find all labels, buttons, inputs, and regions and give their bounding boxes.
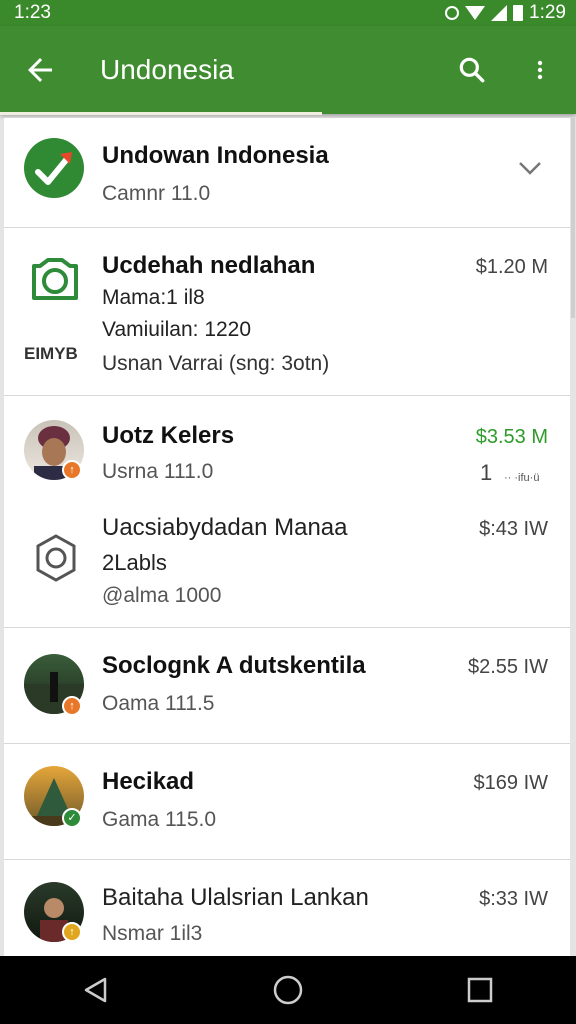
status-icons: 1:29: [445, 2, 566, 24]
item-line: Usnan Varrai (sng: 3otn): [102, 352, 330, 375]
list-item[interactable]: Undowan Indonesia Camnr 11.0: [4, 118, 570, 228]
item-count: 1: [480, 460, 493, 485]
list-item[interactable]: ↑ Baitaha Ulalsrian Lankan Nsmar 1il3 $:…: [4, 860, 570, 956]
nav-recents-button[interactable]: [458, 968, 502, 1012]
tab-indicator: [0, 112, 322, 115]
list-item[interactable]: ✓ Hecikad Gama 115.0 $169 IW: [4, 744, 570, 860]
chevron-down-icon[interactable]: [516, 158, 544, 178]
item-price: $1.20 M: [475, 256, 548, 278]
item-price: $:33 IW: [479, 888, 548, 910]
status-badge: ↑: [62, 922, 82, 942]
list-item[interactable]: ↑ Uotz Kelers Usrna 111.0 $3.53 M 1 ·· ·…: [4, 396, 570, 628]
status-badge: ✓: [62, 808, 82, 828]
item-subtitle: Gama 115.0: [102, 808, 217, 831]
item-name-line2: 2Labls: [102, 550, 167, 575]
search-icon[interactable]: [456, 52, 488, 88]
item-price: $3.53 M: [475, 426, 548, 448]
item-subtitle: Nsmar 1il3: [102, 922, 203, 945]
battery-icon: [513, 5, 524, 21]
item-name: Soclognk A dutskentila: [102, 652, 366, 679]
settings-gear-icon: [36, 534, 76, 582]
item-subtitle: Usrna 111.0: [102, 460, 214, 483]
page-title: Undonesia: [100, 54, 234, 85]
item-line: Mama:1 il8: [102, 286, 205, 309]
check-arrow-icon: [24, 138, 84, 198]
list-item[interactable]: ↑ Soclognk A dutskentila Oama 111.5 $2.5…: [4, 628, 570, 744]
navigation-bar: [0, 956, 576, 1024]
status-time-right: 1:29: [529, 2, 566, 23]
nav-back-button[interactable]: [74, 968, 118, 1012]
item-line: Vamiuilan: 1220: [102, 318, 252, 341]
wallet-list: Undowan Indonesia Camnr 11.0 EIMYB Ucdeh…: [4, 118, 570, 956]
item-name: Uotz Kelers: [102, 422, 235, 449]
signal-icon: [491, 5, 508, 21]
wifi-icon: [465, 6, 486, 20]
item-subtitle: @alma 1000: [102, 584, 222, 607]
item-count-detail: ·· ·ifu·ü: [504, 472, 540, 484]
item-name: Undowan Indonesia: [102, 142, 329, 169]
triangle-back-icon: [84, 977, 107, 1003]
item-name: Baitaha Ulalsrian Lankan: [102, 884, 369, 911]
camera-icon: [32, 258, 78, 300]
item-subtitle: Camnr 11.0: [102, 182, 211, 205]
item-subtitle: Oama 111.5: [102, 692, 215, 715]
app-bar: Undonesia: [0, 26, 576, 114]
nav-home-button[interactable]: [266, 968, 310, 1012]
back-arrow-icon[interactable]: [22, 52, 58, 88]
alarm-icon: [445, 6, 460, 20]
status-bar: 1:23 1:29: [0, 0, 576, 26]
status-time-left: 1:23: [14, 2, 51, 23]
item-price: $2.55 IW: [467, 656, 548, 678]
scrollbar[interactable]: [571, 118, 575, 318]
list-item[interactable]: EIMYB Ucdehah nedlahan Mama:1 il8 Vamiui…: [4, 228, 570, 396]
status-badge: ↑: [62, 460, 82, 480]
more-options-icon[interactable]: [528, 52, 552, 88]
item-name: Uacsiabydadan Manaa: [102, 514, 348, 541]
item-name: Hecikad: [102, 768, 195, 795]
status-badge: ↑: [62, 696, 82, 716]
item-price: $:43 IW: [479, 518, 548, 540]
item-icon-label: EIMYB: [24, 344, 78, 363]
item-name: Ucdehah nedlahan: [102, 252, 316, 279]
square-recents-icon: [467, 977, 493, 1003]
item-price: $169 IW: [473, 772, 548, 794]
circle-home-icon: [273, 975, 303, 1005]
